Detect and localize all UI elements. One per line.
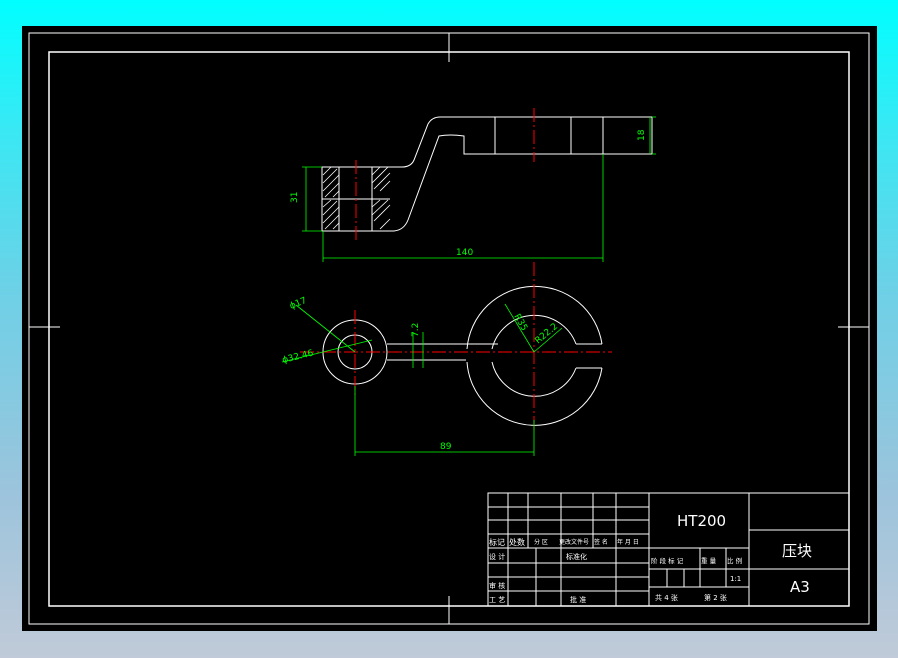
material-label: HT200 (677, 512, 726, 530)
svg-text:设 计: 设 计 (489, 552, 505, 561)
svg-text:重 量: 重 量 (701, 557, 717, 565)
svg-text:共 4 张: 共 4 张 (655, 593, 678, 602)
dim-width-7-2: 7.2 (411, 323, 421, 337)
part-name-label: 压块 (782, 542, 812, 560)
svg-text:阶 段 标 记: 阶 段 标 记 (651, 556, 684, 565)
dim-length-140: 140 (456, 248, 473, 258)
scale-value: 1:1 (730, 575, 741, 583)
svg-text:标记: 标记 (489, 537, 505, 547)
svg-text:比 例: 比 例 (727, 556, 742, 565)
svg-text:签 名: 签 名 (594, 538, 608, 546)
sheet-size-label: A3 (790, 578, 810, 596)
svg-text:审 核: 审 核 (489, 581, 505, 590)
svg-text:工 艺: 工 艺 (489, 596, 505, 604)
dim-height-18: 18 (637, 129, 647, 141)
svg-text:批 准: 批 准 (570, 595, 586, 604)
svg-text:第 2 张: 第 2 张 (704, 593, 727, 602)
dim-height-31: 31 (290, 192, 300, 203)
svg-text:分 区: 分 区 (534, 538, 548, 546)
cad-drawing-canvas: 31 18 140 ϕ17 ϕ32.46 7.2 R35 R22.2 89 标记… (22, 26, 877, 631)
svg-text:标准化: 标准化 (566, 552, 587, 561)
svg-text:更改文件号: 更改文件号 (559, 538, 589, 546)
svg-text:年 月 日: 年 月 日 (617, 538, 639, 546)
svg-text:处数: 处数 (509, 537, 525, 547)
dim-center-89: 89 (440, 442, 452, 452)
